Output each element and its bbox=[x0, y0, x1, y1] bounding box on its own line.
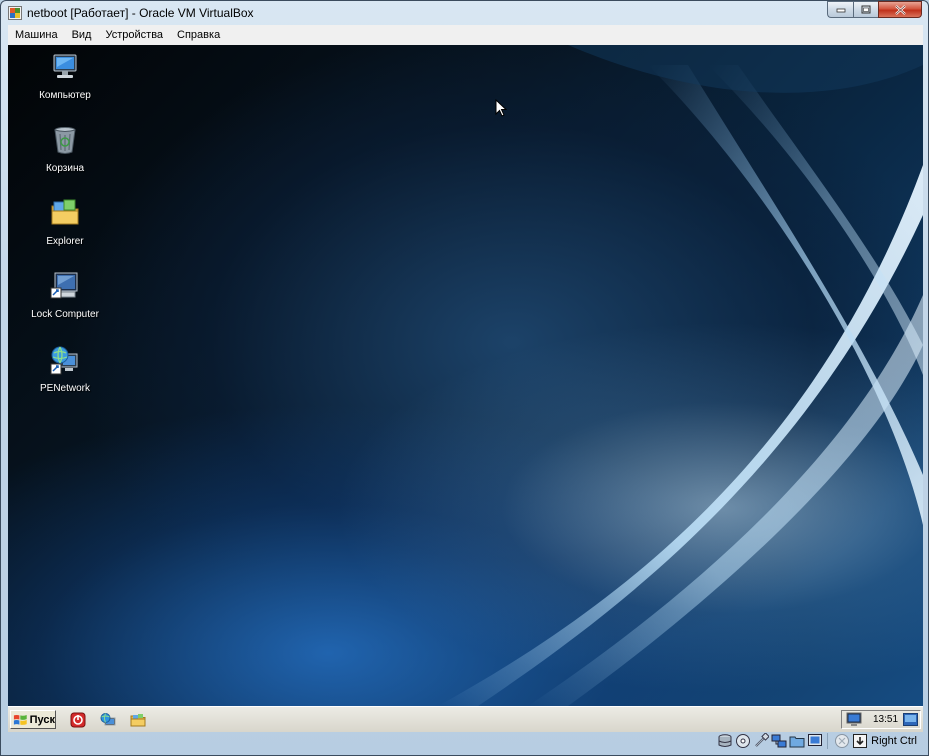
minimize-icon bbox=[828, 2, 853, 17]
start-button-label: Пуск bbox=[29, 713, 55, 726]
menu-view[interactable]: Вид bbox=[65, 25, 99, 45]
maximize-icon bbox=[854, 2, 878, 17]
minimize-button[interactable] bbox=[827, 1, 853, 18]
vm-status-bar: Right Ctrl bbox=[8, 731, 923, 751]
mouse-cursor-icon bbox=[495, 99, 507, 117]
desktop-icon-explorer[interactable]: Explorer bbox=[25, 197, 105, 247]
explorer-icon bbox=[51, 199, 79, 225]
close-button[interactable] bbox=[878, 1, 922, 18]
hard-disk-icon[interactable] bbox=[717, 733, 733, 749]
host-key-label: Right Ctrl bbox=[871, 735, 917, 747]
recycle-bin-icon bbox=[54, 127, 76, 154]
windows-logo-icon bbox=[13, 714, 27, 725]
desktop-icon-computer[interactable]: Компьютер bbox=[25, 51, 105, 101]
menu-bar: Машина Вид Устройства Справка bbox=[8, 25, 923, 46]
start-button[interactable]: Пуск bbox=[10, 710, 56, 729]
window-title: netboot [Работает] - Oracle VM VirtualBo… bbox=[27, 6, 254, 20]
desktop-icon-penetwork[interactable]: PENetwork bbox=[25, 344, 105, 394]
show-desktop-icon[interactable] bbox=[903, 713, 918, 726]
network-icon[interactable] bbox=[771, 733, 787, 749]
tray-network-icon[interactable] bbox=[846, 712, 862, 727]
mouse-integration-icon[interactable] bbox=[834, 733, 850, 749]
desktop-icon-label: Корзина bbox=[45, 163, 85, 174]
display-icon[interactable] bbox=[807, 733, 823, 749]
guest-desktop[interactable]: Компьютер Корзина Explorer Lock Computer… bbox=[8, 45, 923, 706]
shared-folders-icon[interactable] bbox=[789, 733, 805, 749]
wallpaper-swirl bbox=[438, 45, 923, 706]
desktop-icon-recycle-bin[interactable]: Корзина bbox=[25, 124, 105, 174]
guest-taskbar: Пуск 13:51 bbox=[8, 706, 923, 732]
menu-help[interactable]: Справка bbox=[170, 25, 227, 45]
desktop-icon-lock-computer[interactable]: Lock Computer bbox=[25, 270, 105, 320]
clock: 13:51 bbox=[873, 714, 899, 725]
network-globe-icon[interactable] bbox=[100, 712, 116, 728]
virtualbox-app-icon bbox=[8, 6, 22, 20]
menu-devices[interactable]: Устройства bbox=[98, 25, 170, 45]
close-icon bbox=[879, 2, 921, 17]
menu-machine[interactable]: Машина bbox=[8, 25, 65, 45]
folder-icon[interactable] bbox=[130, 712, 146, 728]
title-bar[interactable]: netboot [Работает] - Oracle VM VirtualBo… bbox=[1, 1, 928, 25]
computer-icon bbox=[53, 54, 77, 78]
virtualbox-window: netboot [Работает] - Oracle VM VirtualBo… bbox=[0, 0, 929, 756]
maximize-button[interactable] bbox=[853, 1, 878, 18]
lock-computer-icon bbox=[50, 272, 78, 299]
system-tray: 13:51 bbox=[841, 710, 921, 729]
desktop-icon-label: Компьютер bbox=[39, 90, 91, 101]
status-separator bbox=[827, 733, 829, 749]
desktop-icon-label: Explorer bbox=[46, 236, 84, 247]
network-icon bbox=[50, 346, 78, 375]
optical-drive-icon[interactable] bbox=[735, 733, 751, 749]
desktop-icon-label: Lock Computer bbox=[31, 309, 99, 320]
keyboard-capture-icon[interactable] bbox=[852, 733, 868, 749]
antivirus-icon[interactable] bbox=[70, 712, 86, 728]
usb-icon[interactable] bbox=[753, 733, 770, 749]
desktop-icon-label: PENetwork bbox=[39, 383, 90, 394]
